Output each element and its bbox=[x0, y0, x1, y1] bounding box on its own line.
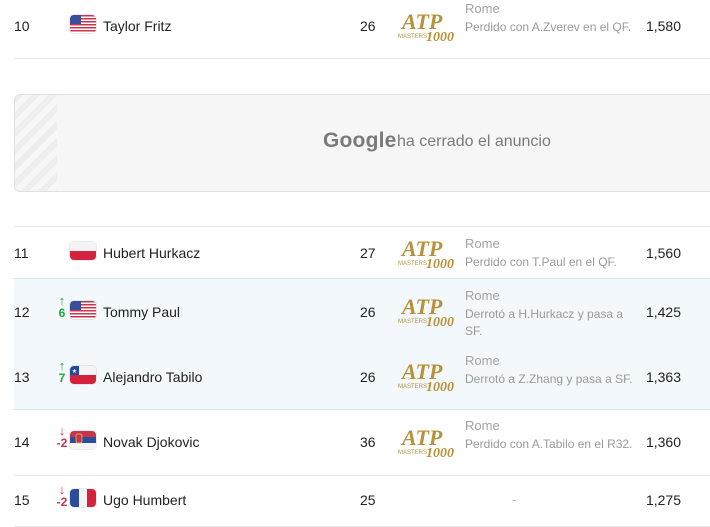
table-row[interactable]: 13 ↑ 7 ★ Alejandro Tabilo 26 ATP MASTERS… bbox=[14, 344, 710, 410]
tournament-result: Derrotó a Z.Zhang y pasa a SF. bbox=[465, 372, 633, 386]
atp-masters-1000-logo: ATP MASTERS 1000 bbox=[398, 294, 460, 330]
rank-up-indicator: ↑ 7 bbox=[54, 359, 70, 385]
player-name[interactable]: Ugo Humbert bbox=[103, 492, 186, 508]
rank: 14 bbox=[14, 434, 30, 450]
rank: 15 bbox=[14, 492, 30, 508]
rank: 12 bbox=[14, 304, 30, 320]
google-logo: Google bbox=[323, 129, 397, 152]
table-row[interactable]: 15 ↓ -2 Ugo Humbert 25 - 1,275 bbox=[14, 476, 710, 527]
ad-placeholder: Google ha cerrado el anuncio bbox=[14, 94, 710, 192]
rank-down-indicator: ↓ -2 bbox=[54, 424, 70, 450]
number-text: 1000 bbox=[426, 257, 454, 270]
player-name[interactable]: Taylor Fritz bbox=[103, 18, 171, 34]
tournament-name: Rome bbox=[465, 418, 500, 433]
number-text: 1000 bbox=[426, 380, 454, 393]
rank-change: 7 bbox=[58, 371, 66, 385]
table-row[interactable]: 14 ↓ -2 Novak Djokovic 36 ATP MASTERS 10… bbox=[14, 410, 710, 476]
atp-masters-1000-logo: ATP MASTERS 1000 bbox=[398, 425, 460, 461]
no-result-placeholder: - bbox=[512, 492, 517, 507]
tournament-name: Rome bbox=[465, 236, 500, 251]
number-text: 1000 bbox=[426, 446, 454, 459]
points: 1,580 bbox=[645, 18, 681, 34]
tournament-result: Perdido con T.Paul en el QF. bbox=[465, 255, 617, 269]
player-name[interactable]: Novak Djokovic bbox=[103, 434, 199, 450]
rank-down-indicator: ↓ -2 bbox=[54, 483, 70, 509]
ad-stripes bbox=[15, 95, 57, 191]
player-age: 26 bbox=[360, 18, 376, 34]
player-name[interactable]: Tommy Paul bbox=[103, 304, 180, 320]
france-flag-icon bbox=[70, 489, 96, 507]
masters-text: MASTERS bbox=[398, 450, 427, 456]
usa-flag-icon bbox=[70, 15, 96, 33]
rank: 13 bbox=[14, 369, 30, 385]
poland-flag-icon bbox=[70, 242, 96, 260]
number-text: 1000 bbox=[426, 30, 454, 43]
ad-closed-message: ha cerrado el anuncio bbox=[397, 133, 551, 150]
serbia-flag-icon bbox=[70, 431, 96, 449]
points: 1,275 bbox=[645, 492, 681, 508]
chile-flag-icon: ★ bbox=[70, 366, 96, 384]
rank: 10 bbox=[14, 18, 30, 34]
points: 1,560 bbox=[645, 245, 681, 261]
number-text: 1000 bbox=[426, 315, 454, 328]
masters-text: MASTERS bbox=[398, 34, 427, 40]
table-row[interactable]: 11 Hubert Hurkacz 27 ATP MASTERS 1000 Ro… bbox=[14, 226, 710, 280]
player-age: 36 bbox=[360, 434, 376, 450]
points: 1,360 bbox=[645, 434, 681, 450]
player-name[interactable]: Alejandro Tabilo bbox=[103, 369, 202, 385]
svg-text:★: ★ bbox=[72, 368, 77, 375]
table-row[interactable]: 10 Taylor Fritz 26 ATP MASTERS 1000 Rome… bbox=[14, 0, 710, 59]
player-age: 25 bbox=[360, 492, 376, 508]
rank-up-indicator: ↑ 6 bbox=[54, 294, 70, 320]
tournament-name: Rome bbox=[465, 353, 500, 368]
tournament-result: Perdido con A.Tabilo en el R32. bbox=[465, 437, 633, 451]
table-row[interactable]: 12 ↑ 6 Tommy Paul 26 ATP MASTERS 1000 Ro… bbox=[14, 278, 710, 345]
rank: 11 bbox=[14, 245, 29, 261]
masters-text: MASTERS bbox=[398, 261, 427, 267]
atp-masters-1000-logo: ATP MASTERS 1000 bbox=[398, 236, 460, 272]
points: 1,425 bbox=[645, 304, 681, 320]
rank-change: -2 bbox=[56, 495, 68, 509]
points: 1,363 bbox=[645, 369, 681, 385]
player-name[interactable]: Hubert Hurkacz bbox=[103, 245, 200, 261]
tournament-result: Perdido con A.Zverev en el QF. bbox=[465, 20, 632, 34]
rank-change: -2 bbox=[56, 436, 68, 450]
tournament-name: Rome bbox=[465, 288, 500, 303]
usa-flag-icon bbox=[70, 301, 96, 319]
atp-masters-1000-logo: ATP MASTERS 1000 bbox=[398, 9, 460, 45]
atp-masters-1000-logo: ATP MASTERS 1000 bbox=[398, 359, 460, 395]
masters-text: MASTERS bbox=[398, 384, 427, 390]
rank-change: 6 bbox=[58, 306, 66, 320]
player-age: 27 bbox=[360, 245, 376, 261]
player-age: 26 bbox=[360, 304, 376, 320]
tournament-result: Derrotó a H.Hurkacz y pasa a SF. bbox=[465, 307, 624, 338]
player-age: 26 bbox=[360, 369, 376, 385]
masters-text: MASTERS bbox=[398, 319, 427, 325]
tournament-name: Rome bbox=[465, 1, 500, 16]
